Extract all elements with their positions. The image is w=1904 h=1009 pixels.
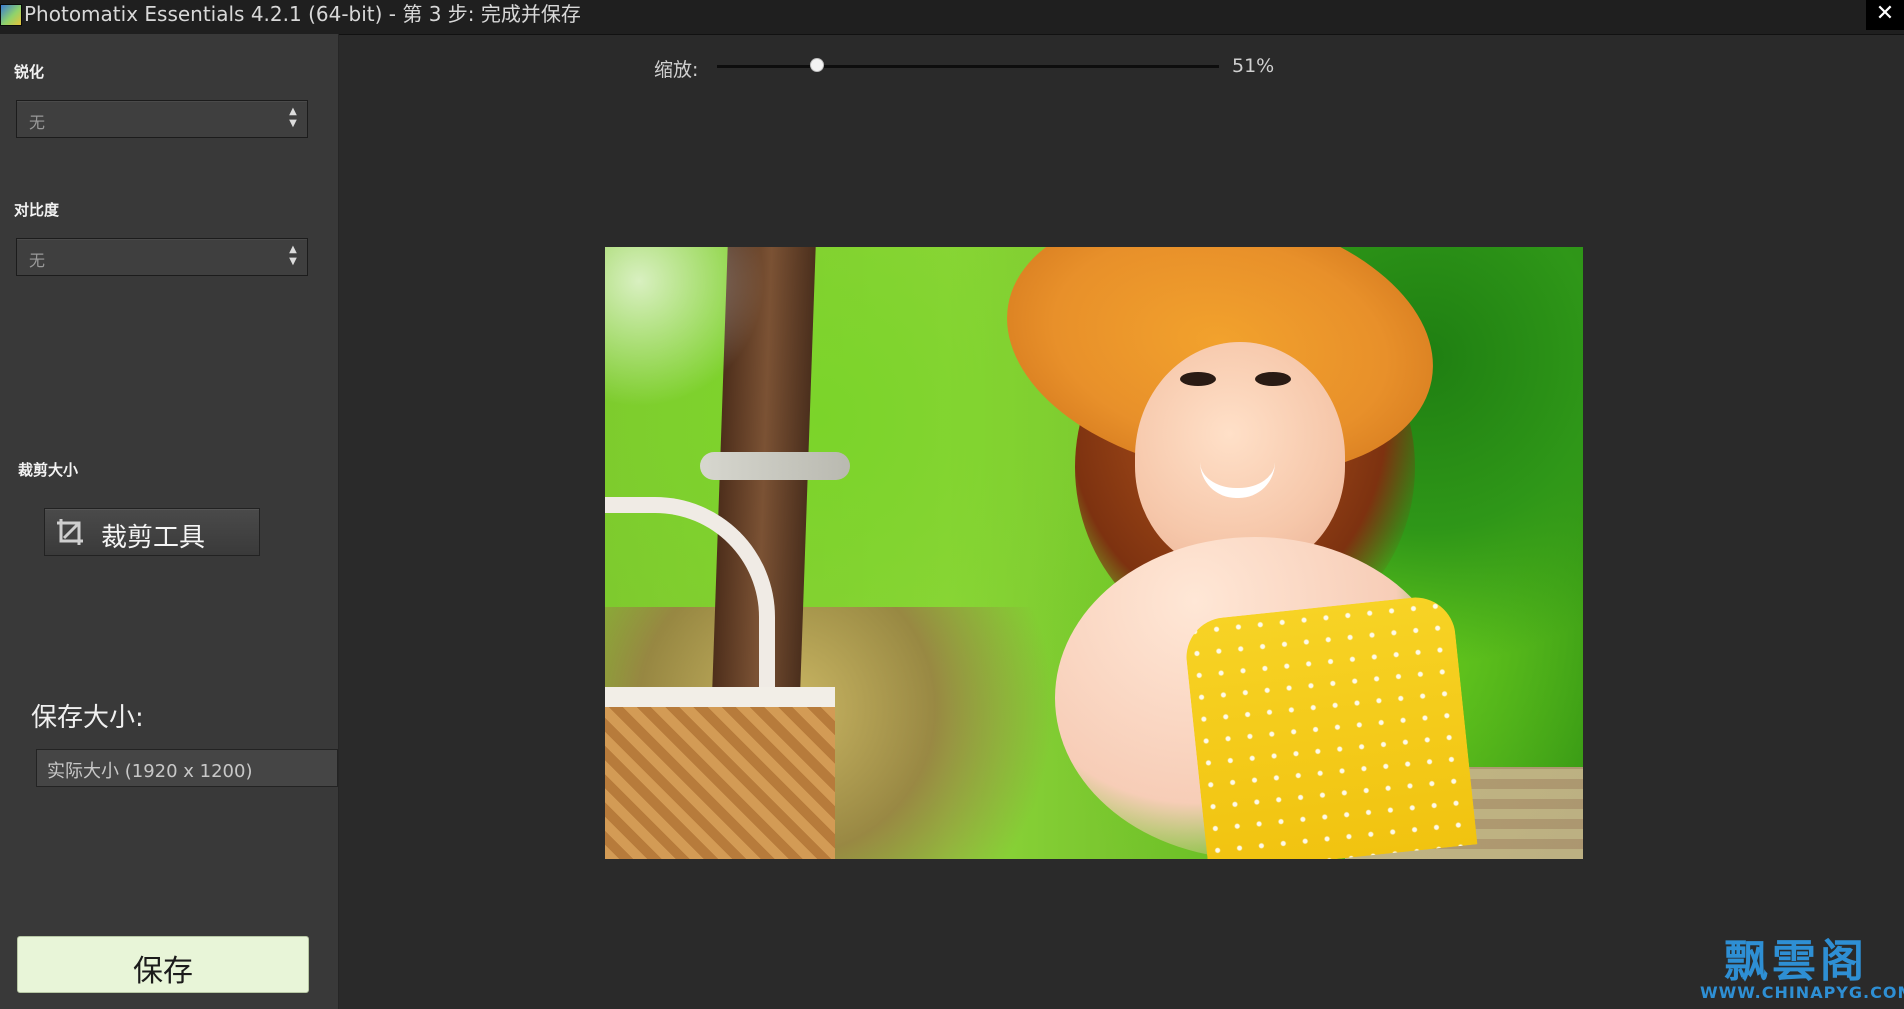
watermark-title: 飘雲阁 (1724, 936, 1868, 987)
save-size-value: 实际大小 (1920 x 1200) (47, 761, 253, 782)
save-size-select[interactable]: 实际大小 (1920 x 1200) (36, 749, 338, 787)
contrast-label: 对比度 (14, 201, 60, 219)
window-title: Photomatix Essentials 4.2.1 (64-bit) - 第… (24, 2, 581, 26)
photo-rope (700, 452, 850, 480)
photo-person (935, 247, 1478, 859)
contrast-value: 无 (29, 251, 46, 270)
photo-dress (1182, 593, 1478, 859)
contrast-select[interactable]: 无 ▲ ▼ (16, 238, 308, 276)
photo-eye-left (1180, 372, 1216, 386)
settings-panel: 锐化 无 ▲ ▼ 对比度 无 ▲ ▼ 裁剪大小 裁剪工具 保存大小: 实际大小 (1… (0, 34, 339, 1009)
close-icon: ✕ (1875, 1, 1895, 26)
app-icon (0, 4, 22, 26)
crop-tool-label: 裁剪工具 (101, 523, 206, 553)
photo-highlight (605, 247, 775, 417)
watermark: 飘雲阁 WWW.CHINAPYG.COM (1700, 925, 1904, 1005)
zoom-slider-track[interactable] (717, 65, 1219, 68)
title-bar: Photomatix Essentials 4.2.1 (64-bit) - 第… (0, 0, 1904, 35)
save-size-label: 保存大小: (31, 703, 144, 733)
crop-size-label: 裁剪大小 (18, 461, 79, 479)
save-button-label: 保存 (133, 954, 193, 989)
preview-image (605, 247, 1583, 859)
zoom-slider-thumb[interactable] (810, 58, 825, 72)
sharpen-select[interactable]: 无 ▲ ▼ (16, 100, 308, 138)
watermark-url: WWW.CHINAPYG.COM (1700, 983, 1904, 1002)
save-button[interactable]: 保存 (17, 936, 309, 993)
zoom-value: 51% (1232, 55, 1275, 77)
close-button[interactable]: ✕ (1866, 0, 1904, 30)
crop-tool-button[interactable]: 裁剪工具 (44, 508, 260, 556)
sharpen-value: 无 (29, 113, 46, 132)
photo-eye-right (1255, 372, 1291, 386)
updown-arrows-icon: ▲ ▼ (289, 244, 297, 267)
crop-icon (57, 519, 83, 545)
photo-basket (605, 687, 835, 859)
updown-arrows-icon: ▲ ▼ (289, 106, 297, 129)
sharpen-label: 锐化 (14, 63, 45, 81)
zoom-label: 缩放: (654, 59, 699, 81)
